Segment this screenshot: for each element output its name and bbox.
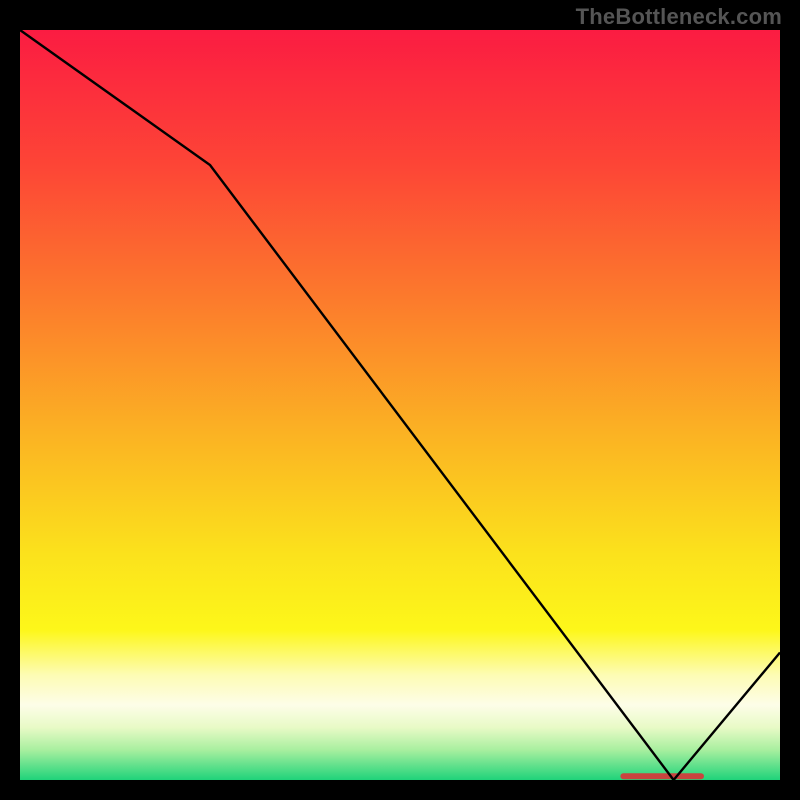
minimum-marker <box>620 773 704 779</box>
gradient-background <box>20 30 780 780</box>
plot-svg <box>20 30 780 780</box>
chart-container: TheBottleneck.com <box>0 0 800 800</box>
plot-frame <box>20 30 780 780</box>
watermark-text: TheBottleneck.com <box>576 4 782 30</box>
